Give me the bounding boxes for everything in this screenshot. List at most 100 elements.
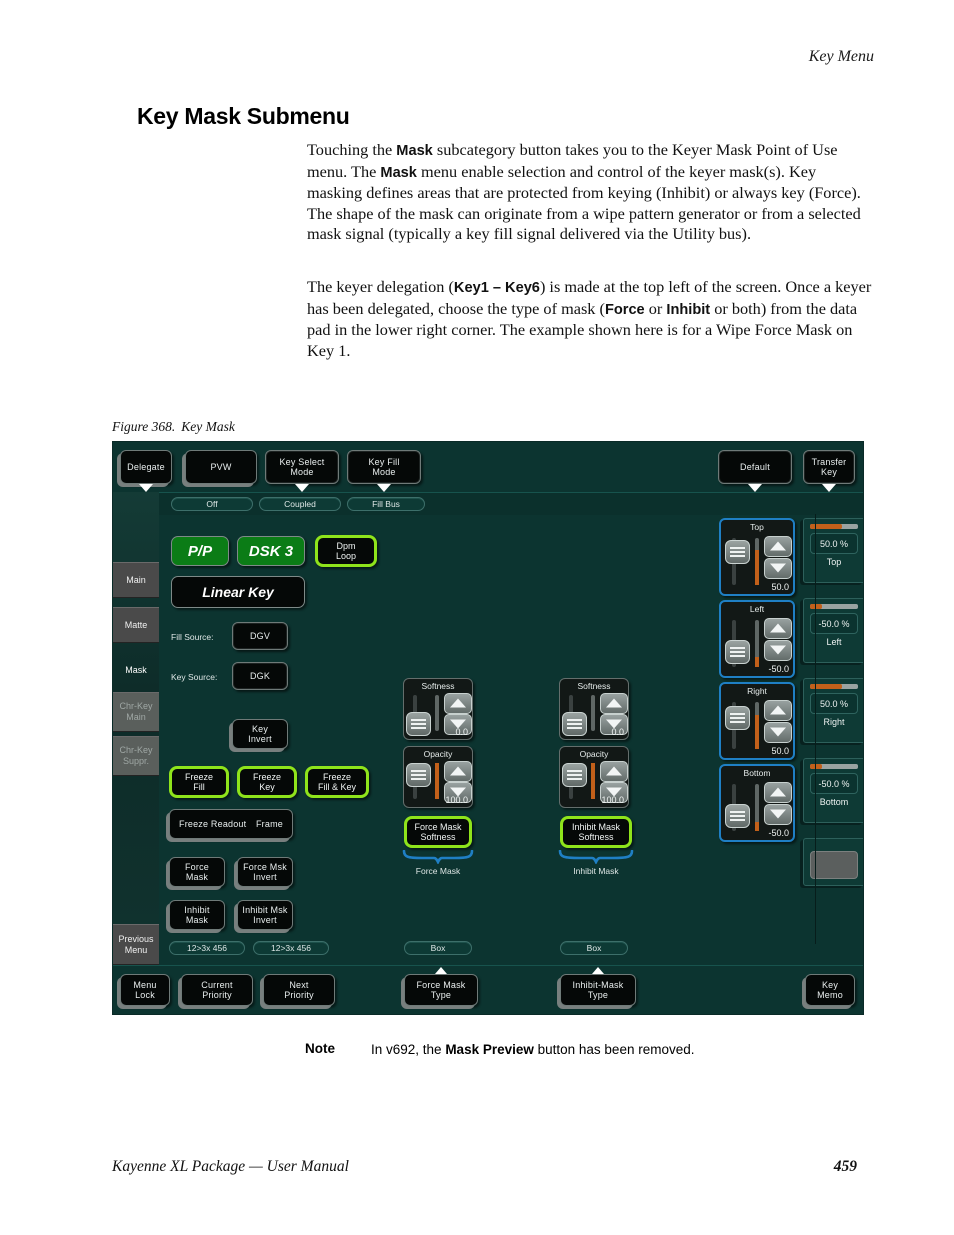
menu-lock-button[interactable]: Menu Lock [120,974,170,1006]
bottom-edge-increment-button[interactable] [764,782,792,803]
bottom-edge-decrement-button[interactable] [764,804,792,825]
data-pad-right-value[interactable]: 50.0 % [810,693,858,714]
running-head: Key Menu [808,48,874,65]
force-opacity-title: Opacity [423,749,453,759]
dpm-loop-button[interactable]: Dpm Loop [315,535,377,567]
figure-title: Key Mask [181,419,235,434]
sidebar-item-mask[interactable]: Mask [113,652,159,688]
off-pill[interactable]: Off [171,497,253,511]
left-edge-bar [755,620,759,667]
data-pad-left[interactable]: -50.0 % Left [803,598,863,663]
bottom-edge-slider[interactable]: Bottom -50.0 [719,764,795,842]
chevron-down-icon [139,484,153,492]
source-pager-right[interactable]: 12>3x 456 [253,941,329,955]
data-pad-bottom-value[interactable]: -50.0 % [810,773,858,794]
inhibit-opacity-thumb[interactable] [562,763,587,787]
data-pad-blank[interactable] [803,838,863,886]
data-pad-left-value[interactable]: -50.0 % [810,613,858,634]
data-pad-left-track[interactable] [810,604,858,609]
left-edge-slider[interactable]: Left -50.0 [719,600,795,678]
inhibit-mask-box-pill[interactable]: Box [560,941,628,955]
inhibit-softness-thumb[interactable] [562,712,587,736]
freeze-readout-field[interactable]: Freeze Readout Frame [169,809,293,839]
dsk3-delegation-button[interactable]: DSK 3 [237,536,305,566]
inhibit-mask-invert-button[interactable]: Inhibit Msk Invert [237,900,293,930]
pvw-button[interactable]: PVW [185,450,257,484]
inhibit-mask-softness-button[interactable]: Inhibit Mask Softness [560,816,632,848]
inhibit-opacity-value: 100.0 [601,795,624,805]
current-priority-button[interactable]: Current Priority [181,974,253,1006]
left-edge-title: Left [749,604,765,614]
next-priority-button[interactable]: Next Priority [263,974,335,1006]
key-fill-mode-button[interactable]: Key Fill Mode [347,450,421,492]
linear-key-button[interactable]: Linear Key [171,576,305,608]
force-opacity-increment-button[interactable] [444,761,472,782]
sidebar-item-previous-menu[interactable]: Previous Menu [113,924,159,965]
data-pad-right[interactable]: 50.0 % Right [803,678,863,743]
right-edge-slider[interactable]: Right 50.0 [719,682,795,760]
top-edge-increment-button[interactable] [764,536,792,557]
force-mask-softness-button[interactable]: Force Mask Softness [404,816,472,848]
inhibit-opacity-slider[interactable]: Opacity 100.0 [559,746,629,808]
left-edge-increment-button[interactable] [764,618,792,639]
left-edge-decrement-button[interactable] [764,640,792,661]
sidebar-item-chr-key-suppr[interactable]: Chr-Key Suppr. [113,736,159,776]
freeze-fill-and-key-button[interactable]: Freeze Fill & Key [305,766,369,798]
delegate-button[interactable]: Delegate [120,450,172,492]
right-edge-value: 50.0 [771,746,789,756]
inhibit-softness-increment-button[interactable] [600,693,628,714]
force-opacity-thumb[interactable] [406,763,431,787]
right-edge-increment-button[interactable] [764,700,792,721]
sidebar-item-chr-key-main[interactable]: Chr-Key Main [113,692,159,732]
footer-manual-name: Kayenne XL Package — User Manual [112,1158,349,1175]
sidebar-item-main[interactable]: Main [113,562,159,598]
force-mask-invert-button[interactable]: Force Msk Invert [237,857,293,887]
sidebar-item-matte[interactable]: Matte [113,607,159,643]
force-opacity-slider[interactable]: Opacity 100.0 [403,746,473,808]
top-edge-thumb[interactable] [725,540,750,564]
chevron-down-icon [377,484,391,492]
inhibit-opacity-increment-button[interactable] [600,761,628,782]
pp-delegation-button[interactable]: P/P [171,536,229,566]
default-button[interactable]: Default [718,450,792,492]
force-mask-button[interactable]: Force Mask [169,857,225,887]
coupled-pill[interactable]: Coupled [259,497,341,511]
key-source-label: Key Source: [171,672,218,682]
inhibit-mask-button[interactable]: Inhibit Mask [169,900,225,930]
inhibit-mask-type-button[interactable]: Inhibit-Mask Type [560,967,636,1006]
left-edge-thumb[interactable] [725,640,750,664]
inhibit-softness-slider[interactable]: Softness 0.0 [559,678,629,740]
top-edge-value: 50.0 [771,582,789,592]
note-label: Note [305,1041,335,1056]
force-softness-title: Softness [421,681,455,691]
right-edge-thumb[interactable] [725,706,750,730]
fill-bus-pill[interactable]: Fill Bus [347,497,425,511]
data-pad-bottom[interactable]: -50.0 % Bottom [803,758,863,823]
transfer-key-button[interactable]: Transfer Key [803,450,855,492]
force-mask-type-button[interactable]: Force Mask Type [404,967,478,1006]
freeze-key-button[interactable]: Freeze Key [237,766,297,798]
force-softness-slider[interactable]: Softness 0.0 [403,678,473,740]
key-memo-button[interactable]: Key Memo [805,974,855,1006]
bottom-edge-thumb[interactable] [725,804,750,828]
data-pad-top-value[interactable]: 50.0 % [810,533,858,554]
chevron-down-icon [822,484,836,492]
data-pad-bottom-track[interactable] [810,764,858,769]
top-edge-decrement-button[interactable] [764,558,792,579]
freeze-fill-button[interactable]: Freeze Fill [169,766,229,798]
force-softness-increment-button[interactable] [444,693,472,714]
key-select-mode-button[interactable]: Key Select Mode [265,450,339,492]
page-title: Key Mask Submenu [137,103,350,129]
key-source-button[interactable]: DGK [232,662,288,690]
data-pad-blank-value[interactable] [810,851,858,879]
force-mask-box-pill[interactable]: Box [404,941,472,955]
data-pad-top-track[interactable] [810,524,858,529]
fill-source-button[interactable]: DGV [232,622,288,650]
data-pad-right-track[interactable] [810,684,858,689]
force-softness-thumb[interactable] [406,712,431,736]
source-pager-left[interactable]: 12>3x 456 [169,941,245,955]
right-edge-decrement-button[interactable] [764,722,792,743]
key-invert-button[interactable]: Key Invert [232,719,288,749]
top-edge-slider[interactable]: Top 50.0 [719,518,795,596]
data-pad-top[interactable]: 50.0 % Top [803,518,863,583]
